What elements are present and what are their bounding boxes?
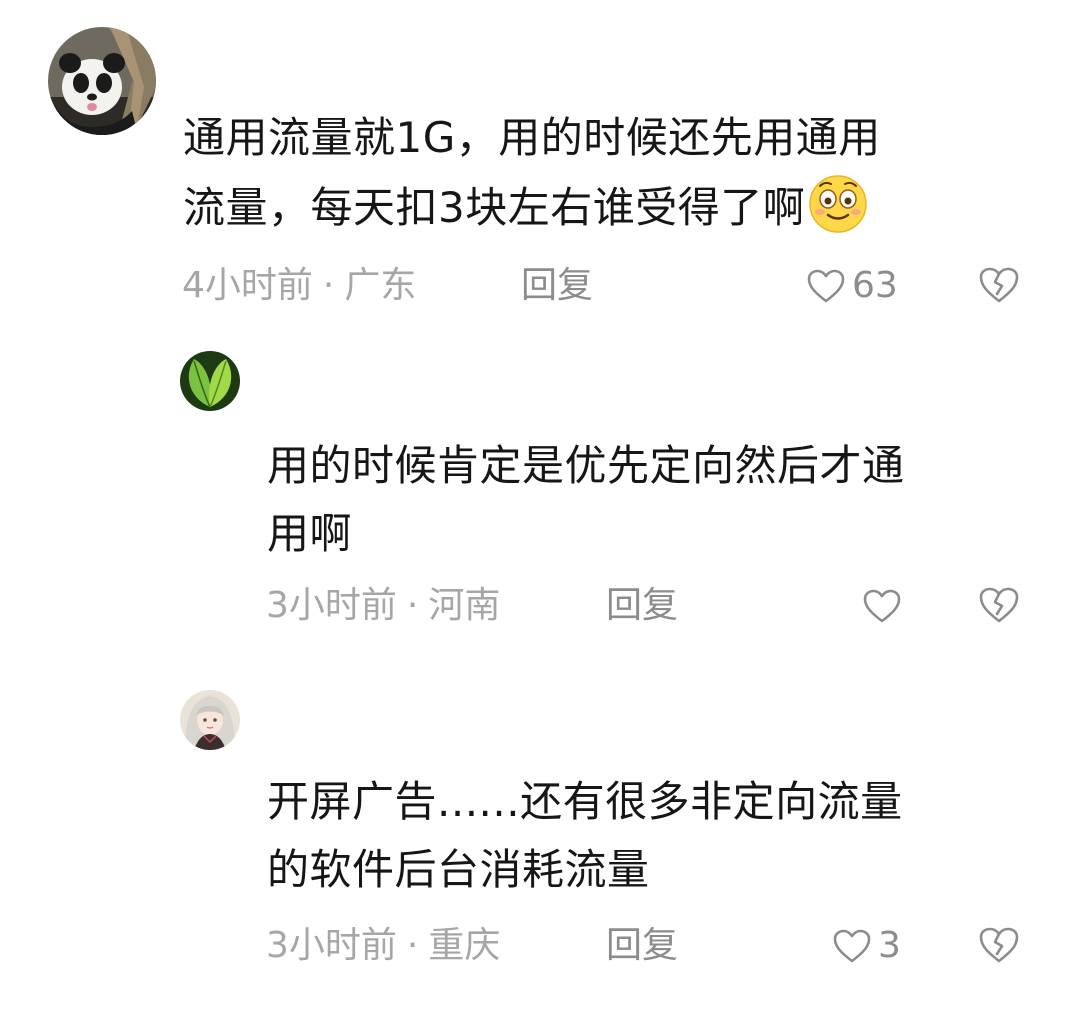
- heart-icon: [833, 929, 871, 963]
- comment-text: 用的时候肯定是优先定向然后才通 用啊: [267, 432, 905, 568]
- broken-heart-icon: [979, 267, 1019, 303]
- comment-text-line: 通用流量就1G，用的时候还先用通用: [183, 113, 881, 162]
- comment-text-line: 的软件后台消耗流量: [267, 845, 650, 894]
- dislike-button[interactable]: [977, 925, 1021, 969]
- user-avatar-panda[interactable]: [48, 27, 156, 135]
- timestamp: 3小时前: [266, 585, 397, 626]
- location: 河南: [428, 585, 501, 626]
- dislike-button[interactable]: [977, 265, 1021, 309]
- separator: ·: [406, 925, 419, 966]
- panda-avatar-icon: [48, 27, 156, 135]
- timestamp: 4小时前: [182, 265, 313, 306]
- comment-text-line: 流量，每天扣3块左右谁受得了啊: [183, 172, 881, 242]
- broken-heart-icon: [979, 587, 1019, 623]
- comment-meta: 3小时前 · 重庆: [266, 924, 500, 968]
- comment-text: 开屏广告......还有很多非定向流量 的软件后台消耗流量: [267, 768, 903, 904]
- comment-meta: 3小时前 · 河南: [266, 584, 500, 628]
- user-avatar-leaf[interactable]: [180, 351, 240, 411]
- like-button[interactable]: [862, 584, 908, 628]
- reply-button[interactable]: 回复: [606, 924, 678, 968]
- timestamp: 3小时前: [266, 925, 397, 966]
- broken-heart-icon: [979, 927, 1019, 963]
- like-button[interactable]: 63: [806, 264, 898, 308]
- location: 广东: [344, 265, 417, 306]
- like-count: 3: [878, 925, 901, 966]
- comment-meta: 4小时前 · 广东: [182, 264, 416, 308]
- like-count: 63: [852, 265, 898, 306]
- smiling-face-icon: [809, 175, 867, 233]
- dislike-button[interactable]: [977, 585, 1021, 629]
- comment-text-line: 用的时候肯定是优先定向然后才通: [267, 441, 905, 490]
- anime-girl-avatar-icon: [180, 690, 240, 750]
- heart-icon: [807, 269, 845, 303]
- heart-icon: [863, 589, 901, 623]
- comment-text-line: 开屏广告......还有很多非定向流量: [267, 777, 903, 826]
- comment-text-line: 用啊: [267, 509, 353, 558]
- location: 重庆: [428, 925, 501, 966]
- green-leaf-avatar-icon: [180, 351, 240, 411]
- reply-button[interactable]: 回复: [606, 584, 678, 628]
- reply-button[interactable]: 回复: [521, 264, 593, 308]
- comment-text: 通用流量就1G，用的时候还先用通用 流量，每天扣3块左右谁受得了啊: [183, 104, 881, 242]
- separator: ·: [322, 265, 335, 306]
- separator: ·: [406, 585, 419, 626]
- user-avatar-anime[interactable]: [180, 690, 240, 750]
- comment-text-line-content: 流量，每天扣3块左右谁受得了啊: [183, 183, 806, 232]
- like-button[interactable]: 3: [832, 924, 901, 968]
